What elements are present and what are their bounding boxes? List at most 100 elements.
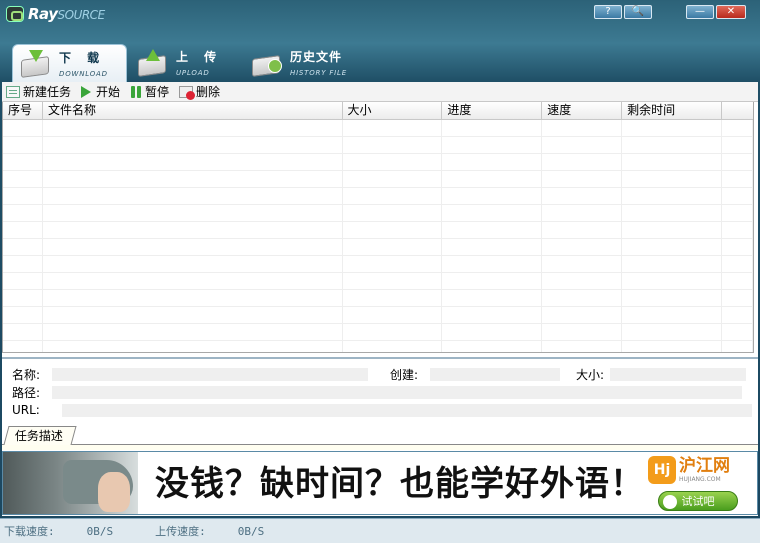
detail-size-row: 大小:	[576, 366, 747, 382]
table-cell	[43, 222, 343, 238]
table-cell	[442, 137, 543, 153]
hujiang-brand-url: HUJIANG.COM	[679, 476, 721, 483]
table-cell	[542, 120, 623, 136]
table-row[interactable]	[3, 171, 753, 188]
upload-speed-value: 0B/S	[237, 524, 265, 538]
table-cell	[3, 239, 43, 255]
play-icon	[81, 85, 92, 98]
table-cell	[343, 222, 443, 238]
minimize-button[interactable]: —	[686, 5, 714, 19]
pause-button[interactable]: 暂停	[130, 83, 169, 101]
table-cell	[3, 120, 43, 136]
table-cell	[442, 307, 543, 323]
table-cell	[442, 290, 543, 306]
table-cell	[3, 256, 43, 272]
column-header-speed[interactable]: 速度	[542, 102, 623, 120]
table-cell	[442, 171, 543, 187]
table-cell	[3, 324, 43, 340]
column-header-progress[interactable]: 进度	[442, 102, 543, 120]
table-cell	[343, 239, 443, 255]
table-cell	[622, 290, 723, 306]
detail-path-row: 路径:	[12, 384, 743, 400]
task-detail-pane: 名称: 创建: 大小: 路径: URL:	[2, 357, 758, 425]
table-cell	[343, 290, 443, 306]
table-cell	[622, 324, 723, 340]
table-cell	[43, 154, 343, 170]
table-row[interactable]	[3, 290, 753, 307]
table-row[interactable]	[3, 188, 753, 205]
table-row[interactable]	[3, 273, 753, 290]
table-cell	[622, 222, 723, 238]
logo-main-text: Ray	[28, 5, 58, 23]
table-cell	[622, 273, 723, 289]
size-label: 大小:	[576, 367, 605, 382]
delete-button[interactable]: 删除	[179, 83, 220, 101]
column-header-remaining-time[interactable]: 剩余时间	[622, 102, 723, 120]
detail-created-row: 创建:	[390, 366, 561, 382]
table-row[interactable]	[3, 137, 753, 154]
app-window: RaySOURCE ? 🔍 — ✕ 下 载 DOWNLOAD 上 传 UPLOA…	[0, 0, 760, 543]
table-cell	[43, 137, 343, 153]
table-cell	[343, 171, 443, 187]
help-button[interactable]: ?	[594, 5, 622, 19]
task-description-area	[2, 445, 758, 450]
close-button[interactable]: ✕	[716, 5, 746, 19]
tab-history-label: 历史文件	[290, 50, 343, 64]
table-cell	[542, 205, 623, 221]
tab-upload[interactable]: 上 传 UPLOAD	[130, 44, 240, 82]
table-row[interactable]	[3, 120, 753, 137]
table-cell	[343, 256, 443, 272]
column-header-filename[interactable]: 文件名称	[43, 102, 343, 120]
path-value	[52, 385, 743, 399]
start-label: 开始	[96, 85, 121, 99]
table-row[interactable]	[3, 256, 753, 273]
table-row[interactable]	[3, 222, 753, 239]
table-cell	[442, 120, 543, 136]
table-cell	[3, 188, 43, 204]
title-bar: RaySOURCE ? 🔍 — ✕	[0, 0, 760, 28]
new-task-button[interactable]: 新建任务	[6, 83, 71, 101]
table-row[interactable]	[3, 239, 753, 256]
table-row[interactable]	[3, 307, 753, 324]
url-label: URL:	[12, 403, 40, 417]
ad-banner[interactable]: 没钱？缺时间？也能学好外语！ Hj 沪江网 HUJIANG.COM 试试吧	[2, 451, 758, 515]
table-row[interactable]	[3, 154, 753, 171]
column-header-index[interactable]: 序号	[3, 102, 43, 120]
table-cell	[343, 188, 443, 204]
table-cell	[3, 205, 43, 221]
tab-history[interactable]: 历史文件 HISTORY FILE	[244, 44, 374, 82]
table-cell	[43, 120, 343, 136]
table-cell	[3, 290, 43, 306]
app-logo: RaySOURCE	[6, 5, 105, 23]
table-cell	[542, 324, 623, 340]
table-cell	[622, 307, 723, 323]
table-cell	[442, 273, 543, 289]
history-icon	[250, 49, 284, 77]
table-cell	[542, 239, 623, 255]
table-cell	[622, 188, 723, 204]
tab-download[interactable]: 下 载 DOWNLOAD	[12, 44, 127, 84]
table-cell	[442, 188, 543, 204]
tab-task-description[interactable]: 任务描述	[3, 426, 77, 445]
tab-upload-label: 上 传	[176, 50, 223, 64]
hujiang-brand-name: 沪江网	[679, 456, 730, 476]
tab-download-sublabel: DOWNLOAD	[59, 70, 108, 78]
table-cell	[442, 256, 543, 272]
table-cell	[343, 120, 443, 136]
column-header-size[interactable]: 大小	[343, 102, 443, 120]
table-cell	[722, 290, 753, 306]
table-row[interactable]	[3, 324, 753, 341]
empty-pocket-image	[3, 452, 138, 514]
pause-icon	[130, 85, 142, 98]
search-button[interactable]: 🔍	[624, 5, 652, 19]
try-it-button[interactable]: 试试吧	[658, 491, 738, 511]
task-table[interactable]: 序号 文件名称 大小 进度 速度 剩余时间	[2, 102, 754, 353]
logo-sub-text: SOURCE	[57, 8, 106, 22]
table-body	[3, 120, 753, 352]
start-button[interactable]: 开始	[81, 83, 120, 101]
table-row[interactable]	[3, 341, 753, 352]
table-cell	[3, 222, 43, 238]
tab-history-sublabel: HISTORY FILE	[290, 69, 347, 77]
toolbar: 新建任务 开始 暂停 删除	[2, 82, 758, 102]
table-row[interactable]	[3, 205, 753, 222]
